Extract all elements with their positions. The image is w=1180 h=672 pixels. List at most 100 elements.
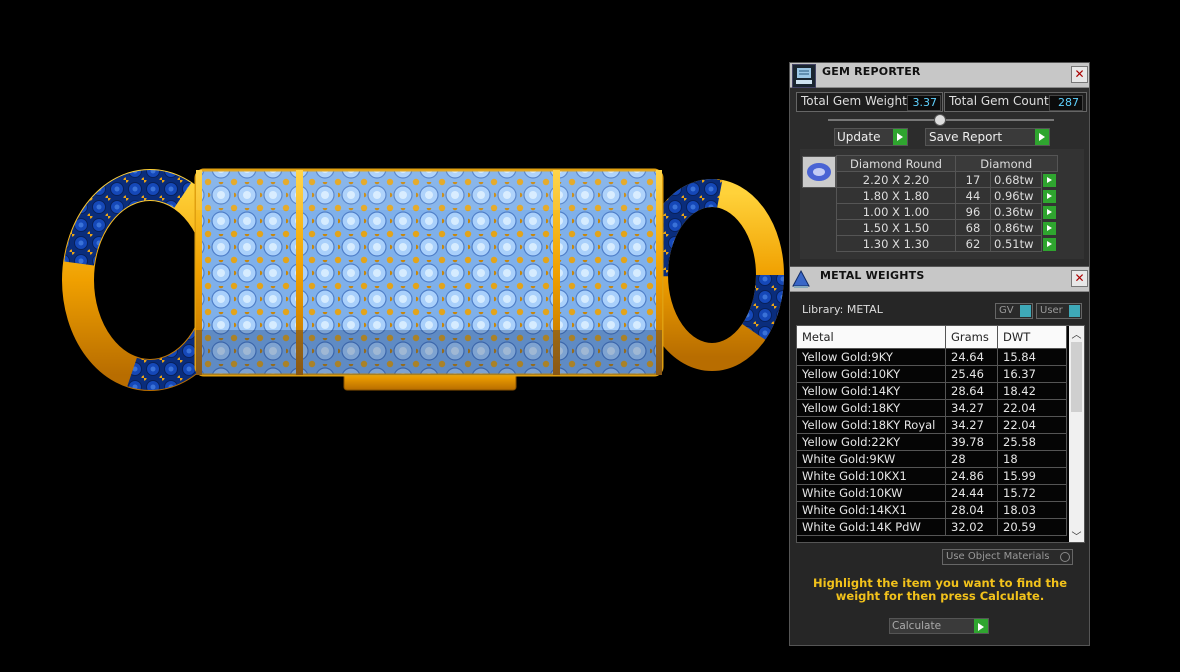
gem-reporter-titlebar[interactable]: GEM REPORTER ✕	[790, 63, 1089, 88]
metal-weights-close-icon[interactable]: ✕	[1071, 270, 1088, 287]
metal-weights-title: METAL WEIGHTS	[820, 269, 925, 282]
metal-name: Yellow Gold:22KY	[797, 433, 946, 451]
total-gem-count-field: Total Gem Count 287	[944, 92, 1087, 112]
metal-name: Yellow Gold:18KY	[797, 399, 946, 417]
metal-grams: 24.44	[945, 484, 998, 502]
metal-grams: 34.27	[945, 399, 998, 417]
gv-label: GV	[999, 305, 1014, 316]
gem-reporter-icon	[792, 64, 816, 88]
calculate-arrow-icon	[974, 619, 988, 633]
instruction-text: Highlight the item you want to find the …	[813, 576, 1067, 603]
metal-dwt: 16.37	[997, 365, 1067, 383]
metal-list-scrollbar[interactable]: ︿ ﹀	[1069, 326, 1084, 542]
slider-track[interactable]	[828, 114, 1054, 126]
use-object-materials-toggle[interactable]: Use Object Materials	[942, 549, 1073, 565]
gem-reporter-title: GEM REPORTER	[822, 65, 921, 78]
grams-col-header[interactable]: Grams	[945, 326, 998, 349]
user-toggle-icon	[1069, 305, 1080, 317]
gem-select-cell	[1042, 236, 1058, 252]
gem-table: Diamond Round Diamond 2.20 X 2.20 17 0.68t…	[836, 155, 1058, 252]
gem-table-header: Diamond Round Diamond	[836, 155, 1058, 172]
metal-grams: 24.64	[945, 348, 998, 366]
gem-count: 96	[955, 203, 991, 220]
metal-dwt: 18.42	[997, 382, 1067, 400]
gem-size: 1.80 X 1.80	[836, 187, 956, 204]
scroll-down-icon[interactable]: ﹀	[1069, 528, 1084, 542]
gem-size: 1.50 X 1.50	[836, 219, 956, 236]
gem-count: 62	[955, 235, 991, 252]
metal-name: White Gold:9KW	[797, 450, 946, 468]
gem-row[interactable]: 1.30 X 1.30 62 0.51tw	[836, 235, 1058, 252]
metal-grams: 39.78	[945, 433, 998, 451]
update-label: Update	[837, 130, 881, 144]
total-gem-count-label: Total Gem Count	[949, 94, 1049, 108]
diamond-round-icon	[802, 156, 836, 188]
gem-count: 17	[955, 171, 991, 188]
metal-row[interactable]: White Gold:9KW 28 18	[797, 450, 1067, 468]
metal-dwt: 22.04	[997, 416, 1067, 434]
gem-header-shape: Diamond Round	[836, 155, 956, 172]
metal-row[interactable]: Yellow Gold:10KY 25.46 16.37	[797, 365, 1067, 383]
gem-count: 44	[955, 187, 991, 204]
metal-dwt: 20.59	[997, 518, 1067, 536]
metal-name: Yellow Gold:14KY	[797, 382, 946, 400]
gv-toggle[interactable]: GV	[995, 303, 1033, 319]
gem-row[interactable]: 2.20 X 2.20 17 0.68tw	[836, 171, 1058, 188]
metal-grams: 28.64	[945, 382, 998, 400]
metal-row[interactable]: White Gold:14KX1 28.04 18.03	[797, 501, 1067, 519]
user-label: User	[1040, 305, 1063, 316]
metal-name: White Gold:10KX1	[797, 467, 946, 485]
metal-dwt: 22.04	[997, 399, 1067, 417]
metal-weights-titlebar[interactable]: METAL WEIGHTS ✕	[790, 267, 1089, 292]
update-button[interactable]: Update	[834, 128, 908, 146]
gem-list-area: Diamond Round Diamond 2.20 X 2.20 17 0.68t…	[800, 149, 1084, 259]
save-report-label: Save Report	[929, 130, 1003, 144]
metal-row[interactable]: Yellow Gold:9KY 24.64 15.84	[797, 348, 1067, 366]
metal-name: White Gold:10KW	[797, 484, 946, 502]
scroll-thumb[interactable]	[1071, 342, 1082, 412]
calculate-button[interactable]: Calculate	[889, 618, 989, 634]
gem-size: 1.30 X 1.30	[836, 235, 956, 252]
gem-select-arrow-icon[interactable]	[1043, 173, 1056, 187]
save-report-button[interactable]: Save Report	[925, 128, 1050, 146]
metal-grams: 34.27	[945, 416, 998, 434]
metal-row[interactable]: Yellow Gold:14KY 28.64 18.42	[797, 382, 1067, 400]
gem-reporter-close-icon[interactable]: ✕	[1071, 66, 1088, 83]
gem-row[interactable]: 1.80 X 1.80 44 0.96tw	[836, 187, 1058, 204]
metal-col-header[interactable]: Metal	[797, 326, 946, 349]
metal-grams: 24.86	[945, 467, 998, 485]
metal-row[interactable]: White Gold:10KW 24.44 15.72	[797, 484, 1067, 502]
metal-list[interactable]: Metal Grams DWT Yellow Gold:9KY 24.64 15.8…	[796, 325, 1085, 543]
metal-row[interactable]: Yellow Gold:22KY 39.78 25.58	[797, 433, 1067, 451]
gem-select-arrow-icon[interactable]	[1043, 237, 1056, 251]
metal-grams: 28.04	[945, 501, 998, 519]
metal-name: Yellow Gold:10KY	[797, 365, 946, 383]
gem-select-arrow-icon[interactable]	[1043, 221, 1056, 235]
user-toggle[interactable]: User	[1036, 303, 1082, 319]
3d-viewport[interactable]	[0, 0, 788, 672]
gem-reporter-panel: GEM REPORTER ✕ Total Gem Weight 3.37 Tot…	[789, 62, 1090, 268]
gem-select-arrow-icon[interactable]	[1043, 189, 1056, 203]
dwt-col-header[interactable]: DWT	[997, 326, 1067, 349]
metal-name: White Gold:14K PdW	[797, 518, 946, 536]
metal-row[interactable]: Yellow Gold:18KY Royal 34.27 22.04	[797, 416, 1067, 434]
library-label: Library: METAL	[802, 303, 883, 316]
metal-table: Metal Grams DWT Yellow Gold:9KY 24.64 15.8…	[797, 326, 1067, 536]
metal-name: Yellow Gold:9KY	[797, 348, 946, 366]
total-gem-weight-label: Total Gem Weight	[801, 94, 907, 108]
metal-row[interactable]: White Gold:10KX1 24.86 15.99	[797, 467, 1067, 485]
gem-select-arrow-icon[interactable]	[1043, 205, 1056, 219]
metal-row[interactable]: White Gold:14K PdW 32.02 20.59	[797, 518, 1067, 536]
jewelry-model	[62, 168, 784, 391]
total-gem-weight-value: 3.37	[907, 95, 941, 111]
gem-select-cell	[1042, 172, 1058, 188]
metal-dwt: 15.72	[997, 484, 1067, 502]
gem-row[interactable]: 1.00 X 1.00 96 0.36tw	[836, 203, 1058, 220]
metal-row[interactable]: Yellow Gold:18KY 34.27 22.04	[797, 399, 1067, 417]
gem-size: 1.00 X 1.00	[836, 203, 956, 220]
scroll-up-icon[interactable]: ︿	[1069, 326, 1084, 341]
gem-row[interactable]: 1.50 X 1.50 68 0.86tw	[836, 219, 1058, 236]
slider-handle[interactable]	[934, 114, 946, 126]
gem-tw: 0.51tw	[990, 235, 1042, 252]
metal-name: Yellow Gold:18KY Royal	[797, 416, 946, 434]
